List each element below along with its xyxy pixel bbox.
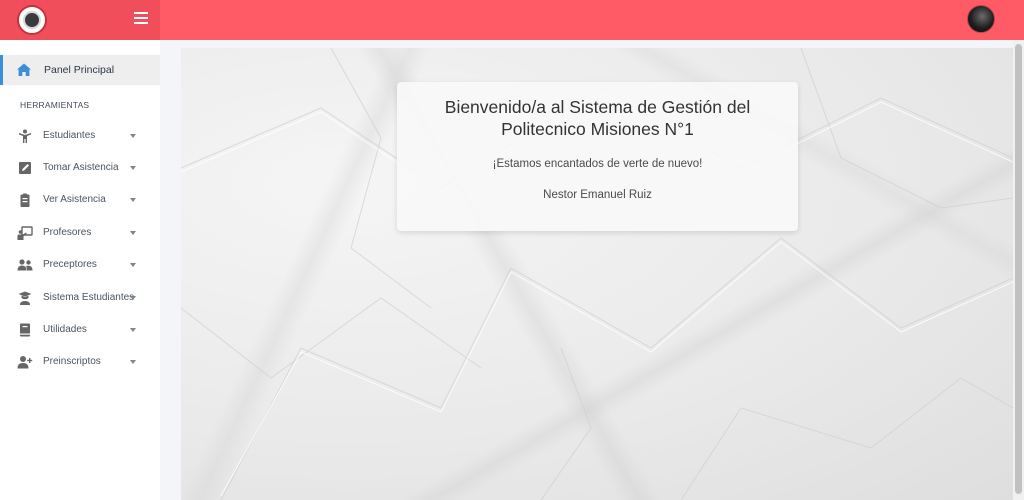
sidebar-item-profesores[interactable]: Profesores bbox=[0, 219, 160, 247]
logo-emblem bbox=[23, 11, 41, 29]
chevron-down-icon bbox=[130, 328, 136, 332]
sidebar-item-panel-principal[interactable]: Panel Principal bbox=[0, 55, 160, 85]
top-navbar bbox=[0, 0, 1024, 40]
chevron-down-icon bbox=[130, 134, 136, 138]
user-plus-icon bbox=[17, 356, 33, 369]
sidebar-item-label: Ver Asistencia bbox=[43, 194, 106, 205]
sidebar-item-preceptores[interactable]: Preceptores bbox=[0, 251, 160, 279]
user-name: Nestor Emanuel Ruiz bbox=[543, 189, 652, 201]
chevron-down-icon bbox=[130, 360, 136, 364]
chevron-down-icon bbox=[130, 231, 136, 235]
clipboard-icon bbox=[20, 193, 30, 207]
sidebar-item-sistema-estudiantes[interactable]: Sistema Estudiantes bbox=[0, 284, 160, 312]
chevron-down-icon bbox=[130, 263, 136, 267]
book-icon bbox=[20, 323, 30, 337]
sidebar-item-preinscriptos[interactable]: Preinscriptos bbox=[0, 348, 160, 376]
teacher-board-icon bbox=[17, 226, 33, 240]
sidebar-item-label: Estudiantes bbox=[43, 130, 96, 141]
sidebar-item-label: Tomar Asistencia bbox=[43, 162, 119, 173]
sidebar-item-label: Profesores bbox=[43, 227, 92, 238]
welcome-card: Bienvenido/a al Sistema de Gestión del P… bbox=[397, 82, 798, 231]
vertical-scrollbar[interactable] bbox=[1013, 40, 1024, 500]
student-icon bbox=[19, 129, 31, 143]
school-seal-logo[interactable] bbox=[17, 5, 47, 35]
sidebar-item-label: Panel Principal bbox=[44, 64, 115, 76]
chevron-down-icon bbox=[130, 296, 136, 300]
sidebar-item-label: Preinscriptos bbox=[43, 356, 101, 367]
hamburger-icon[interactable] bbox=[134, 12, 148, 26]
user-avatar[interactable] bbox=[967, 5, 995, 33]
sidebar-section-title: HERRAMIENTAS bbox=[20, 100, 90, 110]
sidebar-item-label: Sistema Estudiantes bbox=[43, 292, 135, 303]
home-icon bbox=[17, 63, 31, 76]
sidebar-item-ver-asistencia[interactable]: Ver Asistencia bbox=[0, 186, 160, 214]
sidebar-item-label: Utilidades bbox=[43, 324, 87, 335]
pencil-icon bbox=[19, 162, 31, 174]
scrollbar-thumb[interactable] bbox=[1015, 44, 1022, 494]
welcome-title: Bienvenido/a al Sistema de Gestión del P… bbox=[444, 97, 751, 139]
sidebar-item-utilidades[interactable]: Utilidades bbox=[0, 316, 160, 344]
main-content: Bienvenido/a al Sistema de Gestión del P… bbox=[160, 40, 1013, 500]
sidebar-item-tomar-asistencia[interactable]: Tomar Asistencia bbox=[0, 154, 160, 182]
chevron-down-icon bbox=[130, 166, 136, 170]
chevron-down-icon bbox=[130, 198, 136, 202]
users-icon bbox=[17, 259, 33, 271]
sidebar-item-label: Preceptores bbox=[43, 259, 97, 270]
sidebar: Panel Principal HERRAMIENTAS Estudiantes… bbox=[0, 40, 160, 500]
graduate-icon bbox=[18, 291, 32, 305]
sidebar-item-estudiantes[interactable]: Estudiantes bbox=[0, 122, 160, 150]
brand-area bbox=[0, 0, 160, 40]
crumpled-paper-background: Bienvenido/a al Sistema de Gestión del P… bbox=[181, 48, 1013, 500]
welcome-subtitle: ¡Estamos encantados de verte de nuevo! bbox=[492, 158, 703, 170]
